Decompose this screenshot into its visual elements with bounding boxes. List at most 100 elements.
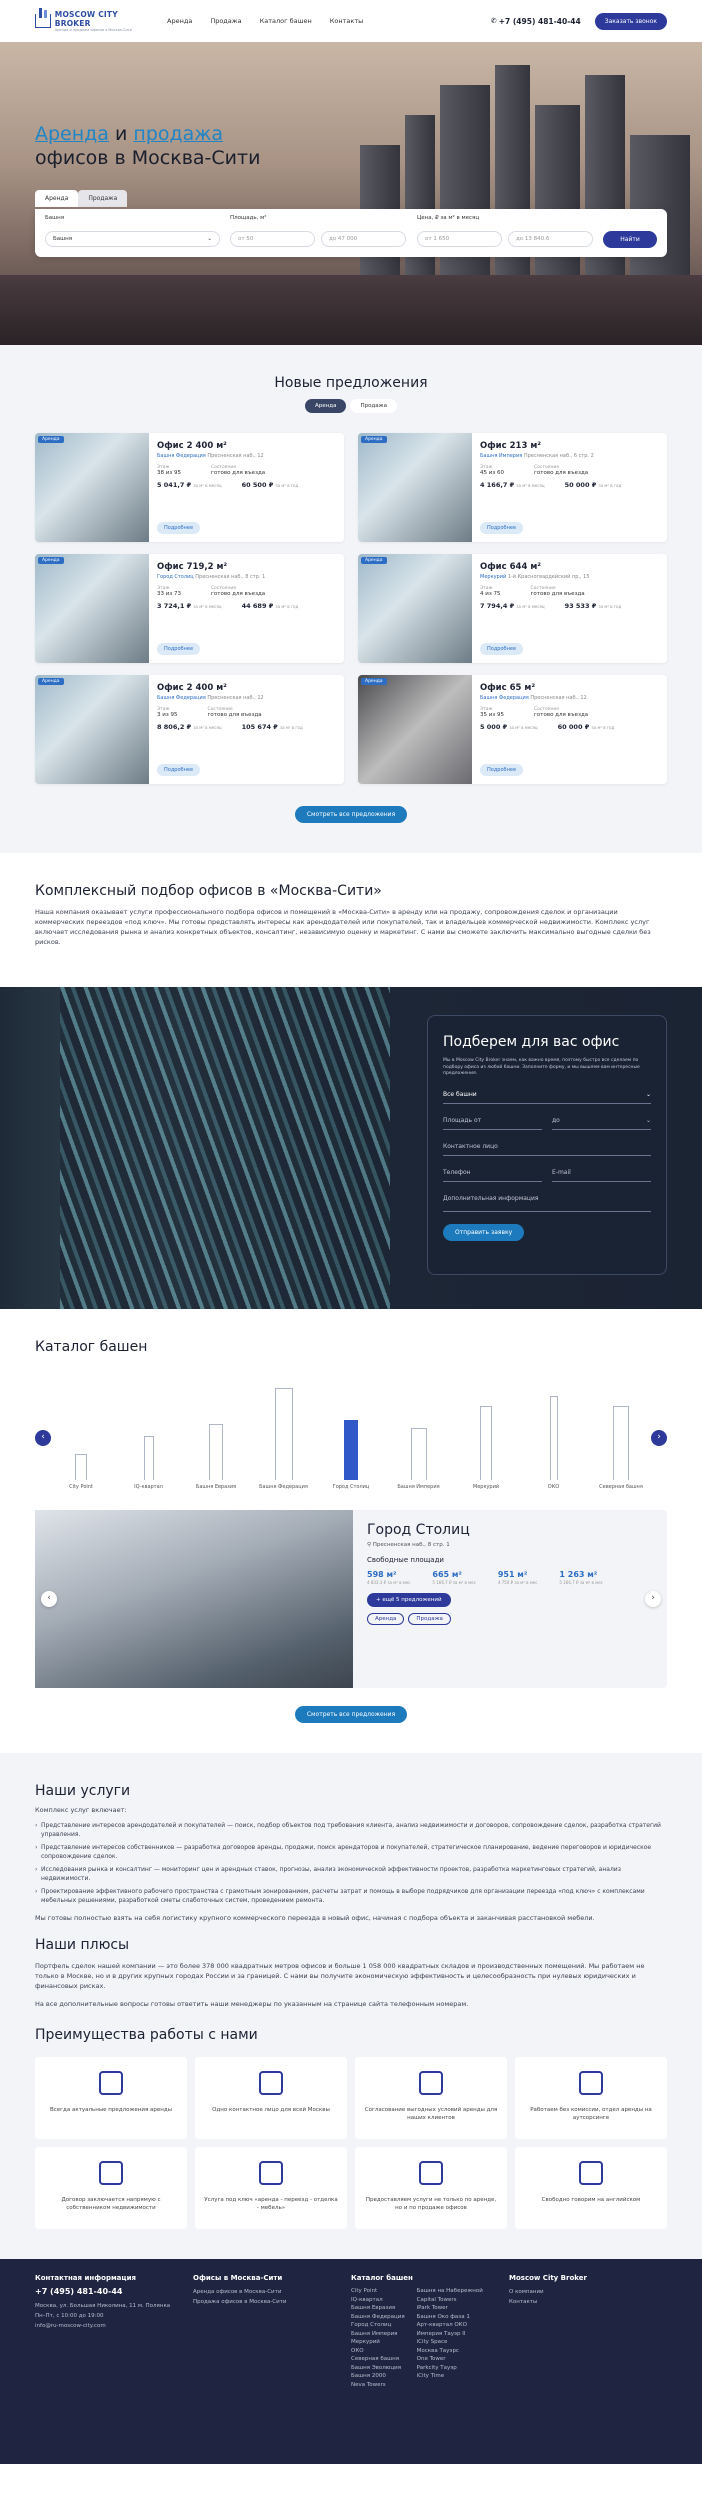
hero-title-sale[interactable]: продажа (133, 123, 223, 145)
footer-tower-link[interactable]: iPark Tower (417, 2304, 483, 2313)
footer-phone[interactable]: +7 (495) 481-40-44 (35, 2287, 193, 2296)
header-phone[interactable]: +7 (495) 481-40-44 (499, 17, 581, 26)
offer-card[interactable]: Аренда Офис 2 400 м² Башня Федерация Пре… (35, 433, 344, 542)
offer-tower-link[interactable]: Меркурий (480, 574, 506, 580)
offers-tab-rent[interactable]: Аренда (305, 399, 347, 413)
tower-item[interactable]: Меркурий (460, 1406, 512, 1490)
carousel-prev-button[interactable]: ‹ (35, 1430, 51, 1446)
footer-tower-link[interactable]: Москва Тауэрс (417, 2347, 483, 2356)
footer-tower-link[interactable]: Башня Око фаза 1 (417, 2313, 483, 2322)
photo-next-button[interactable]: › (645, 1591, 661, 1607)
area-from-input[interactable]: от 50 (230, 231, 315, 247)
footer-tower-link[interactable]: iCity Space (417, 2338, 483, 2347)
footer-link[interactable]: Продажа офисов в Москва-Сити (193, 2297, 351, 2307)
form-extra-input[interactable]: Дополнительная информация (443, 1190, 651, 1212)
offer-more-button[interactable]: Подробнее (480, 643, 524, 655)
offer-card[interactable]: Аренда Офис 213 м² Башня Империя Преснен… (358, 433, 667, 542)
footer-tower-link[interactable]: Башня Империя (351, 2330, 405, 2339)
offer-more-button[interactable]: Подробнее (480, 764, 524, 776)
footer-tower-link[interactable]: City Point (351, 2287, 405, 2296)
tower-item[interactable]: Башня Федерация (258, 1388, 310, 1490)
footer-tower-link[interactable]: Империя Тауэр II (417, 2330, 483, 2339)
tower-item[interactable]: ОКО (528, 1396, 580, 1490)
offers-tab-sale[interactable]: Продажа (350, 399, 397, 413)
form-email-input[interactable]: E-mail (552, 1164, 651, 1182)
tower-item[interactable]: Башня Империя (393, 1428, 445, 1490)
footer-tower-link[interactable]: Башня 2000 (351, 2372, 405, 2381)
footer-tower-link[interactable]: IQ-квартал (351, 2296, 405, 2305)
offer-state-value: готово для въезда (530, 591, 585, 597)
footer-tower-link[interactable]: Башня Эволюция (351, 2364, 405, 2373)
footer-tower-link[interactable]: Башня на Набережной (417, 2287, 483, 2296)
tab-sale[interactable]: Продажа (78, 190, 128, 207)
offer-tower-link[interactable]: Башня Империя (480, 453, 522, 459)
footer-tower-link[interactable]: One Tower (417, 2355, 483, 2364)
offer-more-button[interactable]: Подробнее (157, 764, 201, 776)
offer-price-year: 50 000 ₽ за м² в год (565, 481, 622, 489)
footer-tower-link[interactable]: Parkcity Тауэр (417, 2364, 483, 2373)
logo[interactable]: MOSCOW CITY BROKER Аренда и продажа офис… (35, 8, 155, 32)
area-to-input[interactable]: до 47 000 (321, 231, 406, 247)
form-submit-button[interactable]: Отправить заявку (443, 1223, 525, 1241)
footer-tower-link[interactable]: Башня Федерация (351, 2313, 405, 2322)
offer-more-button[interactable]: Подробнее (157, 522, 201, 534)
hero-title-rent[interactable]: Аренда (35, 123, 109, 145)
offer-tower-link[interactable]: Башня Федерация (157, 453, 206, 459)
offer-tower-link[interactable]: Башня Федерация (480, 695, 529, 701)
tower-item[interactable]: Башня Евразия (190, 1424, 242, 1490)
tower-item[interactable]: Город Столиц (325, 1420, 377, 1490)
nav-rent[interactable]: Аренда (167, 17, 192, 25)
price-to-input[interactable]: до 13 840.6 (508, 231, 593, 247)
nav-sale[interactable]: Продажа (210, 17, 241, 25)
nav-contacts[interactable]: Контакты (330, 17, 363, 25)
nav-catalog[interactable]: Каталог башен (260, 17, 312, 25)
tab-rent[interactable]: Аренда (35, 190, 79, 207)
footer-tower-link[interactable]: Северная башня (351, 2355, 405, 2364)
offer-more-button[interactable]: Подробнее (480, 522, 524, 534)
callback-button[interactable]: Заказать звонок (594, 12, 667, 30)
form-name-input[interactable]: Контактное лицо (443, 1138, 651, 1156)
form-tower-select[interactable]: Все башни ⌄ (443, 1086, 651, 1104)
offer-more-button[interactable]: Подробнее (157, 643, 201, 655)
footer-tower-link[interactable]: Меркурий (351, 2338, 405, 2347)
price-from-input[interactable]: от 1 650 (417, 231, 502, 247)
footer-email[interactable]: info@ru-moscow-city.com (35, 2321, 193, 2331)
footer-link[interactable]: О компании (509, 2287, 667, 2297)
footer-tower-link[interactable]: iCity Time (417, 2372, 483, 2381)
footer-link[interactable]: Аренда офисов в Москва-Сити (193, 2287, 351, 2297)
offer-price-year-unit: за м² в год (598, 483, 622, 488)
offer-card[interactable]: Аренда Офис 644 м² Меркурий 1-й Красногв… (358, 554, 667, 663)
chip-sale[interactable]: Продажа (408, 1613, 451, 1625)
all-offers-button[interactable]: Смотреть все предложения (294, 806, 408, 823)
search-button[interactable]: Найти (603, 231, 657, 248)
offer-tower-link[interactable]: Город Столиц (157, 574, 194, 580)
tower-select[interactable]: Башня ⌄ (45, 231, 220, 247)
offer-tower-link[interactable]: Башня Федерация (157, 695, 206, 701)
footer-tower-link[interactable]: Арт-квартал ОКО (417, 2321, 483, 2330)
footer-tower-link[interactable]: Город Столиц (351, 2321, 405, 2330)
footer-link[interactable]: Контакты (509, 2297, 667, 2307)
area-item[interactable]: 951 м² 4 750 ₽ за м² в мес (498, 1570, 538, 1585)
offer-card[interactable]: Аренда Офис 719,2 м² Город Столиц Пресне… (35, 554, 344, 663)
catalog-all-button[interactable]: Смотреть все предложения (294, 1706, 408, 1723)
area-item[interactable]: 598 м² 4 833,3 ₽ за м² в мес (367, 1570, 410, 1585)
footer-tower-link[interactable]: Башня Евразия (351, 2304, 405, 2313)
form-area-from[interactable]: Площадь от (443, 1112, 542, 1130)
tower-item[interactable]: City Point (55, 1454, 107, 1490)
tower-item[interactable]: Северная башня (595, 1406, 647, 1490)
carousel-next-button[interactable]: › (651, 1430, 667, 1446)
footer-tower-link[interactable]: Neva Towers (351, 2381, 405, 2390)
form-phone-input[interactable]: Телефон (443, 1164, 542, 1182)
tower-item[interactable]: IQ-квартал (123, 1436, 175, 1490)
offer-card[interactable]: Аренда Офис 65 м² Башня Федерация Пресне… (358, 675, 667, 784)
photo-prev-button[interactable]: ‹ (41, 1591, 57, 1607)
footer-tower-link[interactable]: Capital Towers (417, 2296, 483, 2305)
footer-tower-link[interactable]: ОКО (351, 2347, 405, 2356)
offer-card[interactable]: Аренда Офис 2 400 м² Башня Федерация Пре… (35, 675, 344, 784)
chip-rent[interactable]: Аренда (367, 1613, 405, 1625)
offer-price-year-unit: за м² в год (275, 604, 299, 609)
form-area-to[interactable]: до ⌄ (552, 1112, 651, 1130)
more-offers-button[interactable]: + ещё 5 предложений (367, 1593, 451, 1607)
area-item[interactable]: 1 263 м² 5 166,7 ₽ за м² в мес (559, 1570, 602, 1585)
area-item[interactable]: 665 м² 5 166,7 ₽ за м² в мес (432, 1570, 475, 1585)
